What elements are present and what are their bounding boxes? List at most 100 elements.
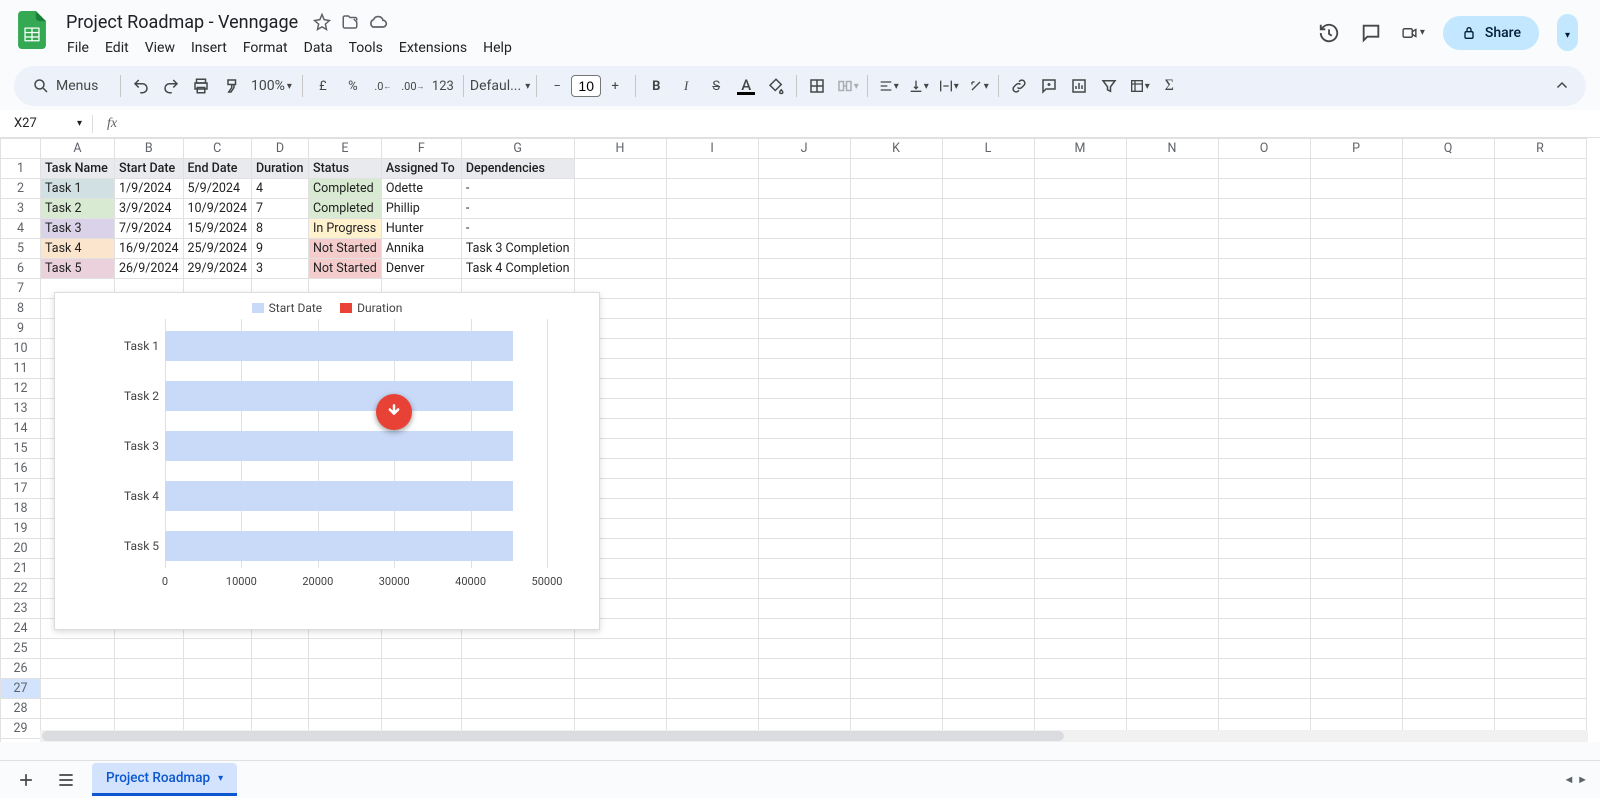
- cell[interactable]: [1494, 519, 1586, 539]
- table-header[interactable]: Status: [309, 159, 382, 179]
- col-header-P[interactable]: P: [1310, 139, 1402, 159]
- row-header-9[interactable]: 9: [1, 319, 41, 339]
- cell[interactable]: [850, 639, 942, 659]
- cell[interactable]: [942, 559, 1034, 579]
- cell[interactable]: [850, 679, 942, 699]
- cell[interactable]: [1034, 519, 1126, 539]
- cell[interactable]: [666, 619, 758, 639]
- merge-button[interactable]: ▾: [833, 72, 861, 100]
- cell[interactable]: 25/9/2024: [183, 239, 252, 259]
- menu-format[interactable]: Format: [236, 38, 295, 58]
- col-header-G[interactable]: G: [461, 139, 574, 159]
- cell[interactable]: [1126, 639, 1218, 659]
- cell[interactable]: [1494, 399, 1586, 419]
- cell[interactable]: [41, 679, 115, 699]
- select-all-cell[interactable]: [1, 139, 41, 159]
- cell[interactable]: [1126, 219, 1218, 239]
- cell[interactable]: [850, 159, 942, 179]
- cell[interactable]: [758, 599, 850, 619]
- cell[interactable]: [850, 339, 942, 359]
- cell[interactable]: [850, 579, 942, 599]
- cell[interactable]: [1126, 319, 1218, 339]
- cell[interactable]: [309, 699, 382, 719]
- cell[interactable]: [758, 519, 850, 539]
- cell[interactable]: [1310, 639, 1402, 659]
- cell[interactable]: -: [461, 179, 574, 199]
- cell[interactable]: [252, 699, 309, 719]
- cell[interactable]: 5/9/2024: [183, 179, 252, 199]
- cell[interactable]: [1034, 179, 1126, 199]
- cell[interactable]: [942, 339, 1034, 359]
- cell[interactable]: [850, 559, 942, 579]
- cell[interactable]: [1218, 399, 1310, 419]
- cell[interactable]: [758, 639, 850, 659]
- cell[interactable]: [758, 559, 850, 579]
- cell[interactable]: [1218, 359, 1310, 379]
- cell[interactable]: [666, 479, 758, 499]
- col-header-R[interactable]: R: [1494, 139, 1586, 159]
- cell[interactable]: [850, 379, 942, 399]
- valign-button[interactable]: ▾: [904, 72, 932, 100]
- row-header-8[interactable]: 8: [1, 299, 41, 319]
- cell[interactable]: [1310, 659, 1402, 679]
- row-header-30[interactable]: 30: [1, 739, 41, 743]
- cell[interactable]: [1126, 559, 1218, 579]
- cell[interactable]: Annika: [381, 239, 461, 259]
- decrease-fontsize-button[interactable]: −: [543, 72, 571, 100]
- cell[interactable]: [850, 179, 942, 199]
- cell[interactable]: [1310, 159, 1402, 179]
- cell[interactable]: [1218, 179, 1310, 199]
- increase-fontsize-button[interactable]: +: [601, 72, 629, 100]
- doc-title[interactable]: Project Roadmap - Venngage: [60, 10, 304, 35]
- cell[interactable]: [1310, 299, 1402, 319]
- functions-button[interactable]: Σ: [1155, 72, 1183, 100]
- cell[interactable]: [309, 659, 382, 679]
- cell[interactable]: [1034, 239, 1126, 259]
- cloud-status-icon[interactable]: [368, 12, 388, 32]
- cell[interactable]: [1494, 499, 1586, 519]
- cell[interactable]: [1402, 259, 1494, 279]
- filter-views-button[interactable]: ▾: [1125, 72, 1153, 100]
- menu-extensions[interactable]: Extensions: [392, 38, 474, 58]
- col-header-A[interactable]: A: [41, 139, 115, 159]
- formula-bar[interactable]: [125, 114, 1600, 134]
- col-header-E[interactable]: E: [309, 139, 382, 159]
- cell[interactable]: [666, 439, 758, 459]
- cell[interactable]: Task 3: [41, 219, 115, 239]
- cell[interactable]: [1310, 199, 1402, 219]
- cell[interactable]: [1402, 519, 1494, 539]
- row-header-15[interactable]: 15: [1, 439, 41, 459]
- cell[interactable]: [758, 679, 850, 699]
- wrap-button[interactable]: ▾: [934, 72, 962, 100]
- table-header[interactable]: Duration: [252, 159, 309, 179]
- cell[interactable]: [1402, 699, 1494, 719]
- cell[interactable]: [1402, 559, 1494, 579]
- cell[interactable]: [1402, 539, 1494, 559]
- link-button[interactable]: [1005, 72, 1033, 100]
- cell[interactable]: [1218, 599, 1310, 619]
- cell[interactable]: Not Started: [309, 239, 382, 259]
- cell[interactable]: [666, 219, 758, 239]
- sheets-logo[interactable]: [12, 10, 52, 50]
- cell[interactable]: [942, 199, 1034, 219]
- cell[interactable]: [1494, 219, 1586, 239]
- cell[interactable]: [1218, 259, 1310, 279]
- row-header-1[interactable]: 1: [1, 159, 41, 179]
- cell[interactable]: [1218, 559, 1310, 579]
- cell[interactable]: Denver: [381, 259, 461, 279]
- cell[interactable]: [1494, 699, 1586, 719]
- cell[interactable]: [666, 299, 758, 319]
- cell[interactable]: [1034, 459, 1126, 479]
- table-header[interactable]: End Date: [183, 159, 252, 179]
- cell[interactable]: [252, 639, 309, 659]
- cell[interactable]: [574, 199, 666, 219]
- col-header-B[interactable]: B: [115, 139, 184, 159]
- explore-nav[interactable]: ◄ ►: [1563, 773, 1588, 786]
- cell[interactable]: [1034, 639, 1126, 659]
- comment-button[interactable]: [1035, 72, 1063, 100]
- cell[interactable]: [942, 579, 1034, 599]
- cell[interactable]: [1402, 639, 1494, 659]
- horizontal-scrollbar[interactable]: [40, 730, 1588, 742]
- cell[interactable]: [309, 679, 382, 699]
- cell[interactable]: [1034, 679, 1126, 699]
